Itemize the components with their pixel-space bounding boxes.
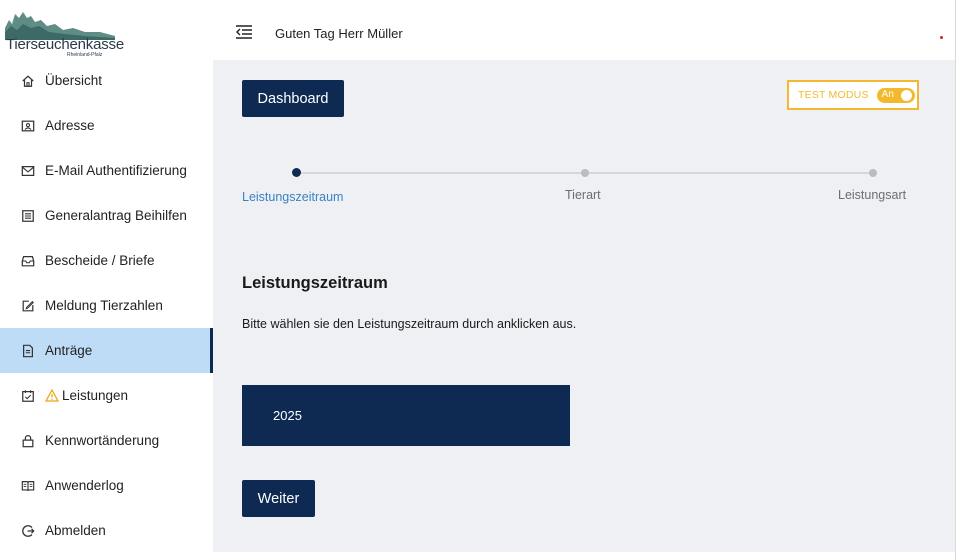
calendar-check-icon	[20, 388, 36, 404]
step-label-1[interactable]: Leistungszeitraum	[242, 190, 343, 204]
form-icon	[20, 208, 36, 224]
sidebar-item-label: E-Mail Authentifizierung	[45, 163, 187, 178]
sidebar-item-antraege[interactable]: Anträge	[0, 328, 213, 373]
home-icon	[20, 73, 36, 89]
year-option-label: 2025	[273, 408, 302, 423]
test-mode-toggle[interactable]: TEST MODUS An	[787, 80, 919, 110]
sidebar-item-label: Generalantrag Beihilfen	[45, 208, 187, 223]
logo[interactable]: Tierseuchenkasse Rheinland-Pfalz	[5, 6, 125, 58]
year-option-2025[interactable]: 2025	[242, 385, 570, 446]
bottom-edge	[213, 552, 960, 560]
step-label-2: Tierart	[565, 188, 601, 202]
sidebar-nav: Übersicht Adresse E-Mail Authentifizieru…	[0, 58, 213, 553]
dashboard-button[interactable]: Dashboard	[242, 80, 344, 117]
logo-mountains-icon	[5, 11, 115, 40]
toggle-switch[interactable]: An	[876, 87, 915, 103]
sidebar-item-label: Übersicht	[45, 73, 103, 88]
test-mode-label: TEST MODUS	[798, 89, 869, 101]
sidebar: Tierseuchenkasse Rheinland-Pfalz Übersic…	[0, 0, 213, 560]
sidebar-item-meldung-tierzahlen[interactable]: Meldung Tierzahlen	[0, 283, 213, 328]
sidebar-item-label: Anwenderlog	[45, 478, 124, 493]
book-icon	[20, 478, 36, 494]
sidebar-item-kennwortaenderung[interactable]: Kennwortänderung	[0, 418, 213, 463]
window-border	[955, 0, 956, 560]
section-description: Bitte wählen sie den Leistungszeitraum d…	[242, 317, 577, 331]
sidebar-item-uebersicht[interactable]: Übersicht	[0, 58, 213, 103]
edit-icon	[20, 298, 36, 314]
menu-collapse-icon[interactable]	[235, 24, 253, 40]
next-button[interactable]: Weiter	[242, 480, 315, 517]
main-content: Dashboard TEST MODUS An Leistungszeitrau…	[213, 60, 955, 552]
sidebar-item-anwenderlog[interactable]: Anwenderlog	[0, 463, 213, 508]
sidebar-item-generalantrag[interactable]: Generalantrag Beihilfen	[0, 193, 213, 238]
step-label-3: Leistungsart	[838, 188, 907, 202]
sidebar-item-adresse[interactable]: Adresse	[0, 103, 213, 148]
sidebar-item-label: Meldung Tierzahlen	[45, 298, 163, 313]
toggle-state: An	[881, 88, 894, 100]
lock-icon	[20, 433, 36, 449]
sidebar-item-bescheide[interactable]: Bescheide / Briefe	[0, 238, 213, 283]
sidebar-item-abmelden[interactable]: Abmelden	[0, 508, 213, 553]
logout-icon	[20, 523, 36, 539]
logo-title: Tierseuchenkasse	[6, 36, 124, 53]
toggle-knob	[900, 89, 912, 101]
sidebar-item-label: Kennwortänderung	[45, 433, 160, 448]
sidebar-item-label: Abmelden	[45, 523, 106, 538]
step-dot-2	[581, 169, 589, 177]
section-title: Leistungszeitraum	[242, 274, 388, 292]
sidebar-item-label: Leistungen	[62, 388, 129, 403]
sidebar-item-leistungen[interactable]: Leistungen	[0, 373, 213, 418]
file-icon	[20, 343, 36, 359]
sidebar-item-label: Anträge	[45, 343, 93, 358]
step-dot-3	[869, 169, 877, 177]
notification-dot	[940, 36, 943, 39]
sidebar-item-label: Bescheide / Briefe	[45, 253, 155, 268]
sidebar-item-label: Adresse	[45, 118, 95, 133]
mail-icon	[20, 163, 36, 179]
step-dot-1	[292, 168, 301, 177]
warning-icon	[45, 389, 59, 402]
inbox-icon	[20, 253, 36, 269]
sidebar-item-email-auth[interactable]: E-Mail Authentifizierung	[0, 148, 213, 193]
address-card-icon	[20, 118, 36, 134]
top-bar: Guten Tag Herr Müller	[213, 0, 955, 60]
greeting-text: Guten Tag Herr Müller	[275, 26, 403, 41]
